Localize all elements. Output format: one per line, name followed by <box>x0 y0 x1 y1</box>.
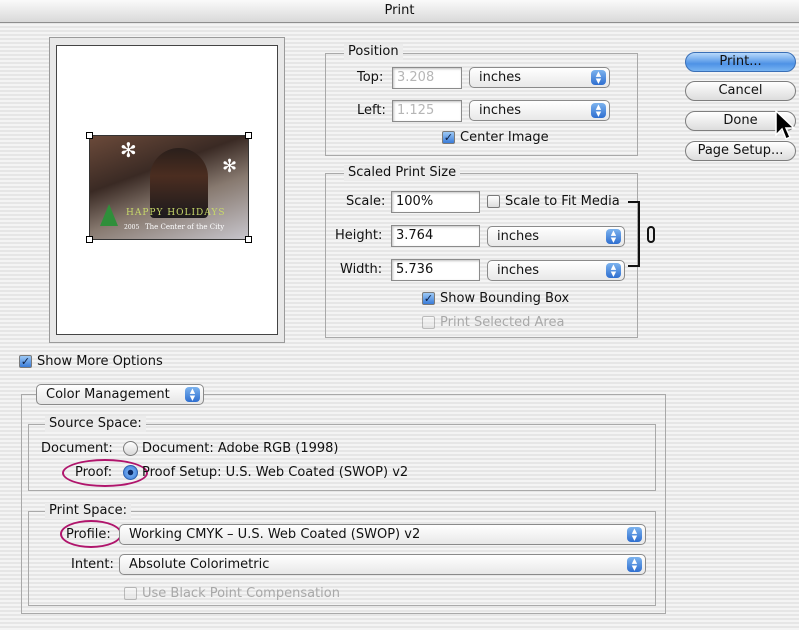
profile-popup-value: Working CMYK – U.S. Web Coated (SWOP) v2 <box>129 527 421 542</box>
proof-radio[interactable] <box>123 465 138 480</box>
chain-link-icon[interactable] <box>647 226 655 243</box>
constrain-bracket <box>628 201 640 267</box>
proof-label: Proof: <box>75 465 113 480</box>
scale-field[interactable]: 100% <box>391 191 480 213</box>
left-field[interactable]: 1.125 <box>392 100 462 122</box>
height-unit-popup[interactable]: inches ▲ ▼ <box>487 226 625 247</box>
profile-label: Profile: <box>66 527 111 542</box>
tree-icon <box>100 204 118 226</box>
cancel-button[interactable]: Cancel <box>685 81 796 101</box>
width-label: Width: <box>340 262 383 277</box>
updown-arrows-icon: ▲ ▼ <box>606 229 621 244</box>
height-label: Height: <box>335 228 383 243</box>
left-label: Left: <box>357 103 386 118</box>
height-unit-value: inches <box>497 229 540 244</box>
document-radio[interactable] <box>123 441 138 456</box>
width-field[interactable]: 5.736 <box>391 259 480 281</box>
bounding-handle[interactable] <box>86 236 93 243</box>
top-unit-value: inches <box>479 70 522 85</box>
top-unit-popup[interactable]: inches ▲ ▼ <box>469 67 610 88</box>
bounding-handle[interactable] <box>86 132 93 139</box>
card-year: 2005 <box>124 224 140 231</box>
scale-to-fit-checkbox[interactable] <box>487 195 500 208</box>
options-popup[interactable]: Color Management ▲ ▼ <box>36 384 204 405</box>
show-more-options-checkbox[interactable]: ✓ <box>19 355 32 368</box>
bounding-handle[interactable] <box>245 236 252 243</box>
options-popup-value: Color Management <box>46 387 170 402</box>
center-image-label[interactable]: Center Image <box>460 130 549 146</box>
snowflake-icon: ✻ <box>222 156 238 177</box>
print-selected-area-label[interactable]: Print Selected Area <box>440 315 564 331</box>
mouse-pointer-icon <box>775 110 796 141</box>
show-bounding-box-checkbox[interactable]: ✓ <box>422 292 435 305</box>
show-bounding-box-label[interactable]: Show Bounding Box <box>440 291 569 307</box>
preview-panel: ✻ ✻ HAPPY HOLIDAYS 2005 The Center of th… <box>49 37 285 343</box>
intent-popup[interactable]: Absolute Colorimetric ▲ ▼ <box>119 554 646 575</box>
top-label: Top: <box>357 70 384 85</box>
paper-preview: ✻ ✻ HAPPY HOLIDAYS 2005 The Center of th… <box>56 45 278 335</box>
snowflake-icon: ✻ <box>120 138 137 162</box>
top-field[interactable]: 3.208 <box>392 67 462 89</box>
image-thumbnail[interactable]: ✻ ✻ HAPPY HOLIDAYS 2005 The Center of th… <box>89 135 249 240</box>
show-more-options-label[interactable]: Show More Options <box>37 354 163 370</box>
position-legend: Position <box>344 44 403 60</box>
intent-label: Intent: <box>71 557 114 572</box>
width-unit-value: inches <box>497 263 540 278</box>
scale-label: Scale: <box>346 194 386 209</box>
document-option-label[interactable]: Document: Adobe RGB (1998) <box>142 441 339 457</box>
window-title: Print <box>0 0 799 23</box>
updown-arrows-icon: ▲ ▼ <box>606 263 621 278</box>
proof-option-label[interactable]: Proof Setup: U.S. Web Coated (SWOP) v2 <box>142 465 408 481</box>
print-selected-area-checkbox[interactable] <box>422 316 435 329</box>
left-unit-popup[interactable]: inches ▲ ▼ <box>469 100 610 121</box>
updown-arrows-icon: ▲ ▼ <box>627 557 642 572</box>
height-field[interactable]: 3.764 <box>391 225 480 247</box>
print-space-legend: Print Space: <box>45 503 132 519</box>
updown-arrows-icon: ▲ ▼ <box>591 103 606 118</box>
black-point-compensation-label[interactable]: Use Black Point Compensation <box>142 586 340 602</box>
black-point-compensation-checkbox[interactable] <box>124 587 137 600</box>
scale-to-fit-label[interactable]: Scale to Fit Media <box>505 194 620 210</box>
page-setup-button[interactable]: Page Setup... <box>685 141 796 161</box>
updown-arrows-icon: ▲ ▼ <box>627 527 642 542</box>
print-button[interactable]: Print... <box>685 52 796 72</box>
document-label: Document: <box>41 441 113 456</box>
width-unit-popup[interactable]: inches ▲ ▼ <box>487 260 625 281</box>
left-unit-value: inches <box>479 103 522 118</box>
updown-arrows-icon: ▲ ▼ <box>185 387 200 402</box>
center-image-checkbox[interactable]: ✓ <box>442 131 455 144</box>
profile-popup[interactable]: Working CMYK – U.S. Web Coated (SWOP) v2… <box>119 524 646 545</box>
scaled-legend: Scaled Print Size <box>344 165 461 181</box>
source-space-legend: Source Space: <box>45 416 146 432</box>
intent-popup-value: Absolute Colorimetric <box>129 557 270 572</box>
updown-arrows-icon: ▲ ▼ <box>591 70 606 85</box>
bounding-handle[interactable] <box>245 132 252 139</box>
card-subtitle: The Center of the City <box>145 223 225 231</box>
card-title: HAPPY HOLIDAYS <box>126 208 226 218</box>
